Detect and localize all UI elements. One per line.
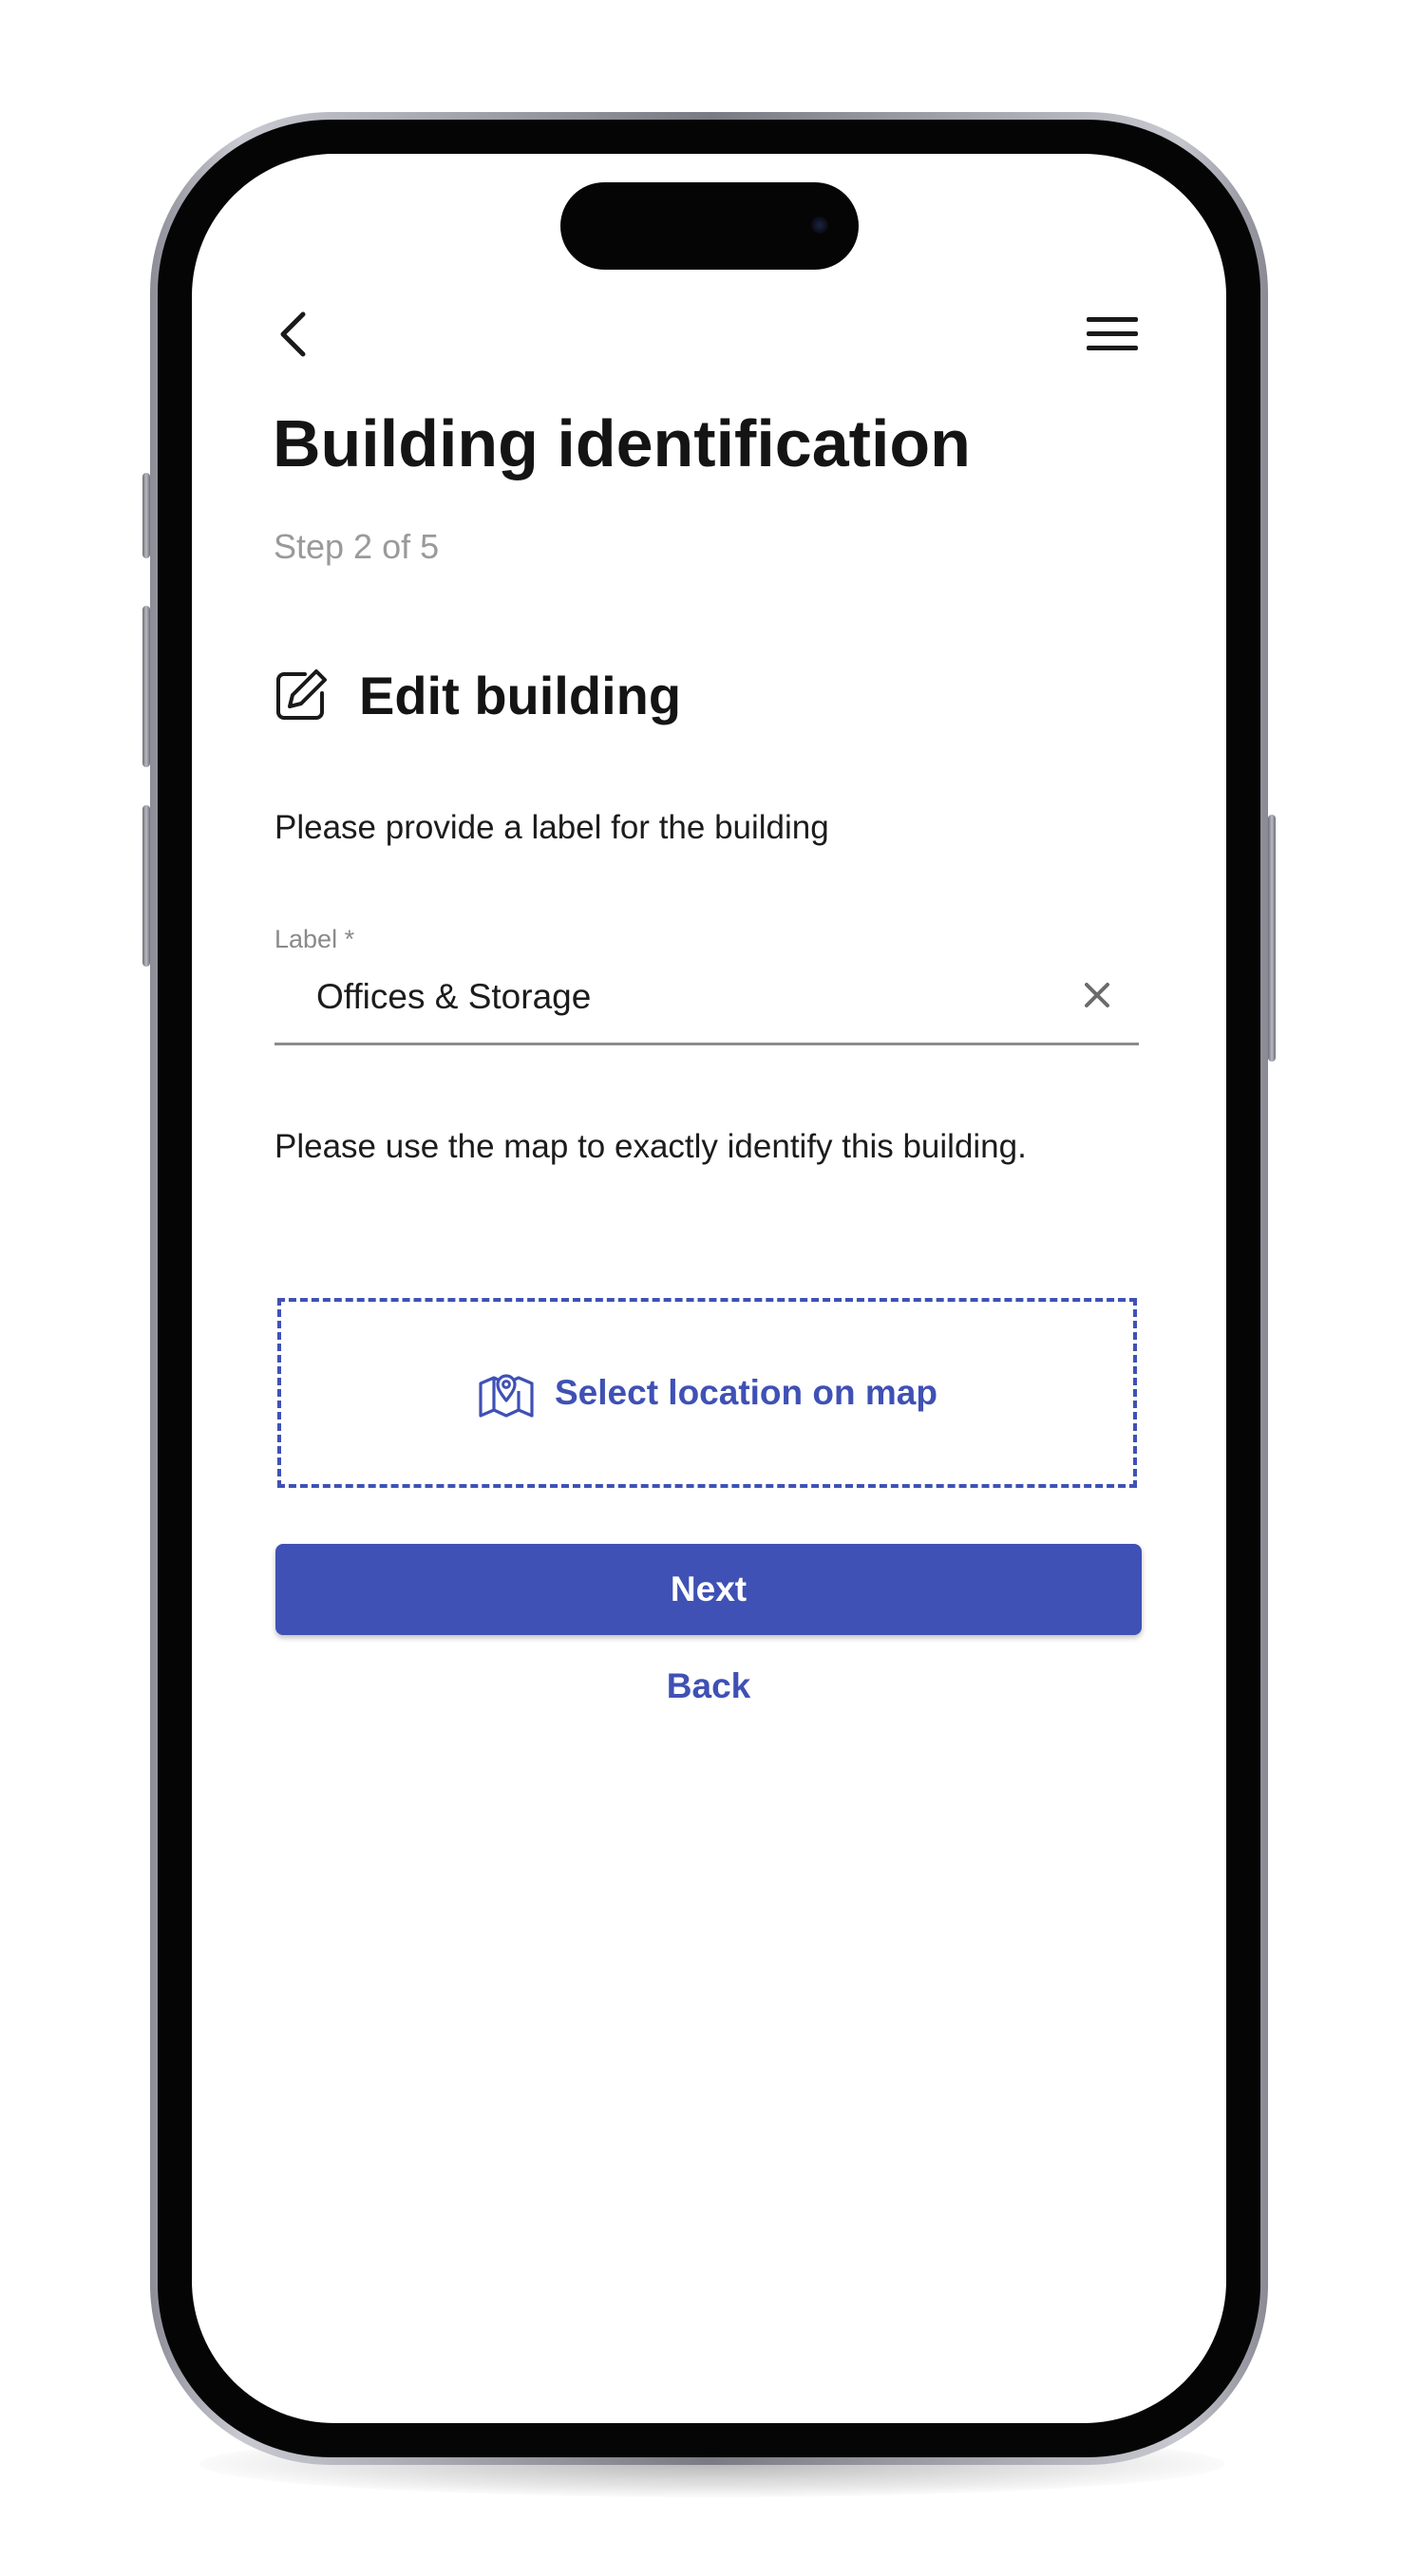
next-button-label: Next	[670, 1570, 748, 1608]
map-instructions: Please use the map to exactly identify t…	[275, 1128, 1027, 1165]
back-button[interactable]: Back	[275, 1658, 1142, 1715]
stage: Building identification Step 2 of 5 Edit…	[0, 0, 1420, 2576]
next-button[interactable]: Next	[275, 1544, 1142, 1635]
phone-bezel: Building identification Step 2 of 5 Edit…	[158, 120, 1260, 2457]
device-volume-down	[142, 805, 150, 967]
top-bar	[192, 296, 1226, 372]
map-pin-icon	[477, 1365, 536, 1420]
select-location-button[interactable]: Select location on map	[277, 1298, 1137, 1488]
step-indicator: Step 2 of 5	[274, 527, 440, 566]
camera-icon	[811, 216, 828, 234]
app-screen: Building identification Step 2 of 5 Edit…	[192, 154, 1226, 2423]
close-icon[interactable]	[1078, 976, 1116, 1014]
label-field: Label *	[275, 925, 1139, 1045]
page-title: Building identification	[273, 406, 971, 480]
label-field-caption: Label *	[275, 925, 355, 953]
phone-frame: Building identification Step 2 of 5 Edit…	[142, 112, 1276, 2465]
device-side-button	[142, 473, 150, 558]
chevron-left-icon[interactable]	[270, 306, 315, 363]
edit-icon	[272, 666, 331, 724]
dynamic-island	[560, 182, 859, 270]
label-input[interactable]	[316, 968, 1057, 1025]
device-power-button	[1268, 815, 1276, 1062]
section-header: Edit building	[272, 657, 681, 733]
select-location-label: Select location on map	[555, 1373, 937, 1412]
device-volume-up	[142, 606, 150, 767]
label-instructions: Please provide a label for the building	[275, 809, 829, 846]
hamburger-menu-icon[interactable]	[1084, 308, 1141, 361]
section-title: Edit building	[359, 665, 682, 725]
back-button-label: Back	[666, 1666, 751, 1705]
